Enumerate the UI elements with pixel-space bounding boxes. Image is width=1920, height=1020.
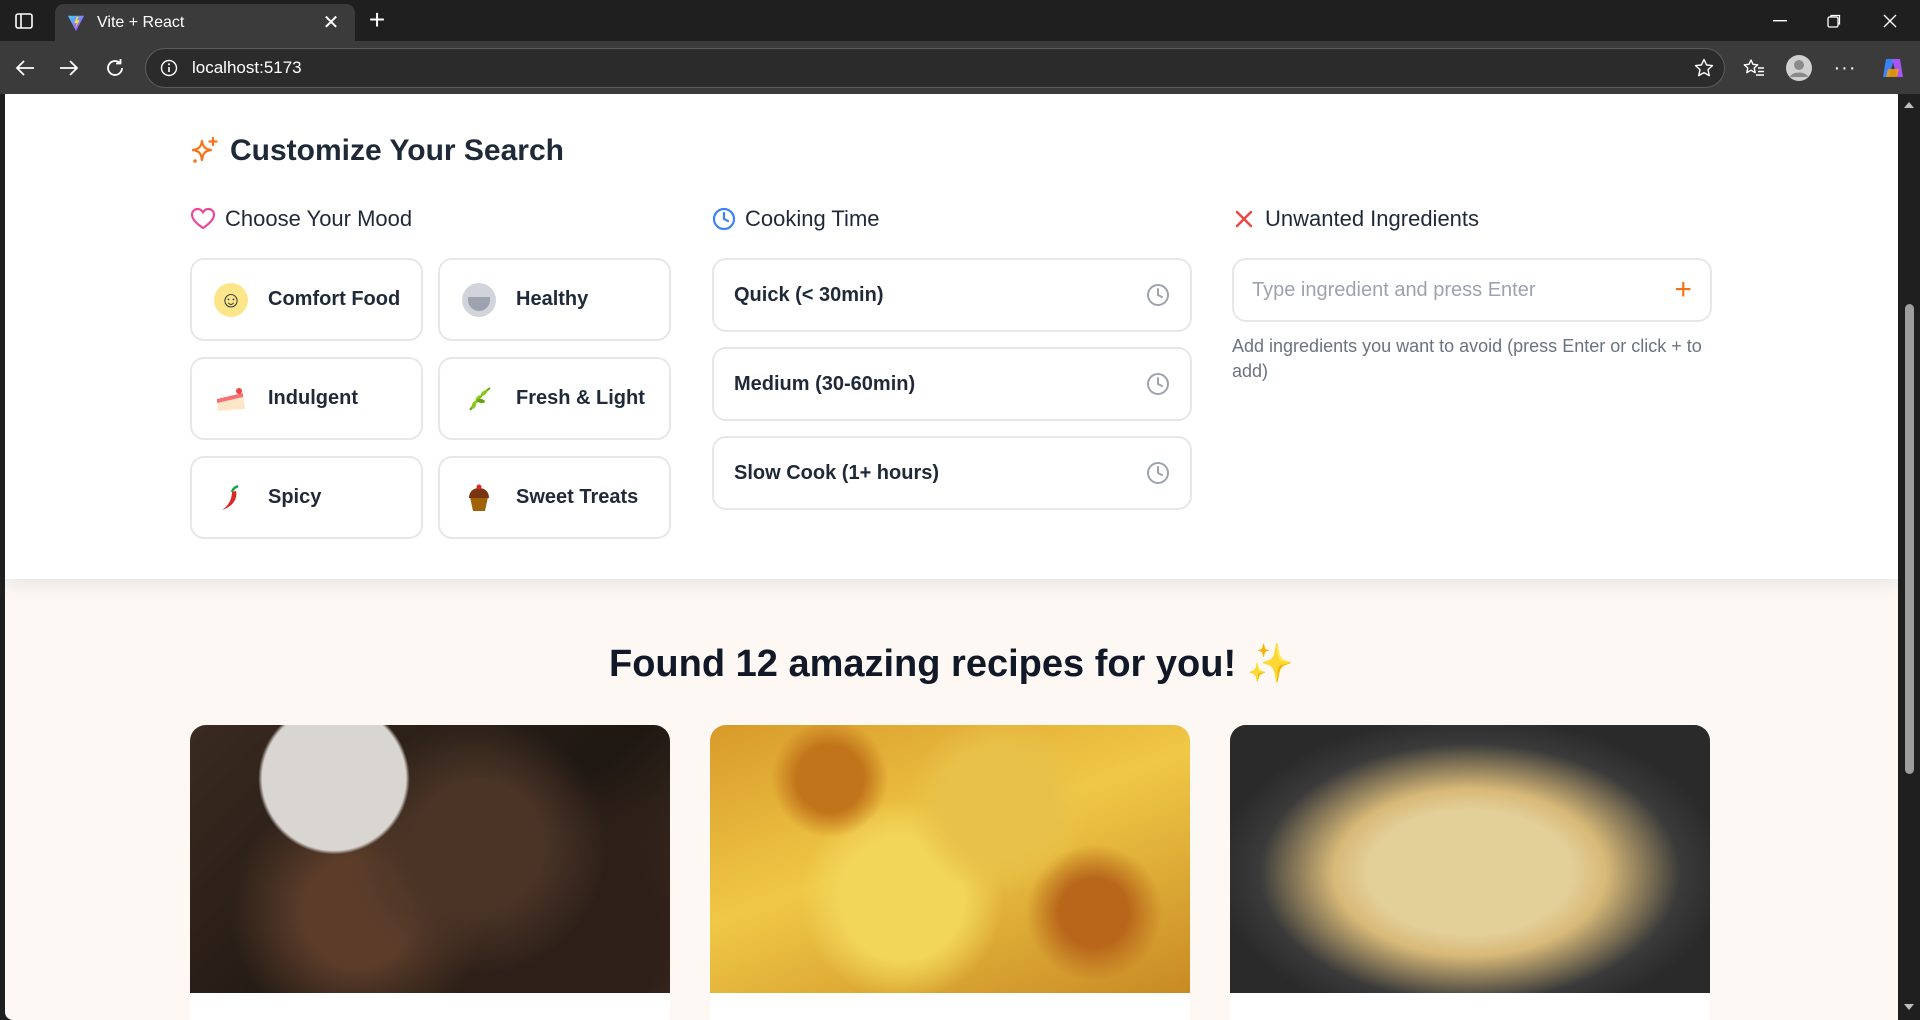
mood-heading: Choose Your Mood [190, 206, 412, 232]
mood-healthy[interactable]: Healthy [438, 258, 671, 341]
hugging-face-icon: ☺ [214, 282, 248, 317]
time-option-quick[interactable]: Quick (< 30min) [712, 258, 1192, 332]
mood-sweet-treats[interactable]: Sweet Treats [438, 456, 671, 539]
time-option-label: Medium (30-60min) [734, 372, 916, 395]
scroll-down-icon[interactable] [1904, 1004, 1914, 1010]
close-window-button[interactable] [1862, 0, 1918, 41]
recipe-card[interactable] [1230, 725, 1710, 1020]
clock-icon [1147, 462, 1169, 484]
unwanted-ingredients-heading: Unwanted Ingredients [1232, 206, 1479, 232]
mood-heading-text: Choose Your Mood [225, 206, 413, 231]
time-option-label: Slow Cook (1+ hours) [734, 461, 940, 484]
mood-comfort-food[interactable]: ☺ Comfort Food [190, 258, 423, 341]
heart-icon [190, 207, 216, 230]
cooking-time-heading: Cooking Time [712, 206, 880, 232]
mood-spicy[interactable]: Spicy [190, 456, 423, 539]
clock-icon [712, 207, 736, 231]
x-icon [1235, 210, 1253, 228]
site-info-icon[interactable] [160, 59, 178, 77]
mood-fresh-light[interactable]: Fresh & Light [438, 357, 671, 440]
ingredient-input[interactable] [1252, 278, 1675, 302]
url-text: localhost:5173 [192, 58, 302, 77]
ingredient-help-text: Add ingredients you want to avoid (press… [1232, 336, 1702, 381]
mood-label: Indulgent [268, 387, 358, 409]
recipe-card[interactable] [710, 725, 1190, 1020]
cooking-time-heading-text: Cooking Time [745, 206, 880, 231]
results-heading: Found 12 amazing recipes for you! ✨ [609, 643, 1294, 685]
herb-icon [462, 382, 496, 416]
mood-label: Healthy [516, 288, 589, 310]
recipe-card-body [1230, 993, 1710, 1020]
tab-close-icon[interactable]: ✕ [319, 13, 343, 33]
mood-label: Comfort Food [268, 288, 401, 310]
address-bar[interactable]: localhost:5173 [145, 48, 1725, 88]
time-option-slow-cook[interactable]: Slow Cook (1+ hours) [712, 436, 1192, 510]
page-viewport: Customize Your Search Choose Your Mood ☺… [5, 94, 1898, 1020]
cupcake-icon [462, 481, 496, 515]
scroll-up-icon[interactable] [1904, 102, 1914, 108]
sparkles-icon [191, 136, 218, 163]
chili-pepper-icon [214, 481, 248, 515]
clock-icon [1147, 284, 1169, 306]
search-customization-panel: Customize Your Search Choose Your Mood ☺… [5, 94, 1898, 579]
mood-label: Spicy [268, 486, 322, 508]
forward-button[interactable] [52, 51, 86, 85]
favorite-star-icon[interactable] [1684, 58, 1724, 78]
time-option-label: Quick (< 30min) [734, 283, 884, 306]
recipe-card[interactable] [190, 725, 670, 1020]
mood-label: Sweet Treats [516, 486, 639, 508]
scrollbar-thumb[interactable] [1905, 304, 1914, 774]
more-menu-icon[interactable]: ··· [1828, 51, 1862, 85]
reload-button[interactable] [98, 51, 132, 85]
add-ingredient-button[interactable]: + [1674, 275, 1692, 305]
vite-logo-icon [67, 15, 85, 31]
browser-toolbar: localhost:5173 ··· [0, 41, 1920, 94]
tab-title: Vite + React [97, 13, 185, 31]
favorites-icon[interactable] [1737, 51, 1771, 85]
tab-actions-icon[interactable] [10, 8, 38, 34]
new-tab-button[interactable]: + [362, 6, 392, 36]
panel-title-text: Customize Your Search [230, 134, 564, 167]
panel-title: Customize Your Search [190, 134, 564, 168]
mood-indulgent[interactable]: Indulgent [190, 357, 423, 440]
back-button[interactable] [8, 51, 42, 85]
profile-avatar[interactable] [1782, 51, 1816, 85]
browser-tabbar: Vite + React ✕ + [0, 0, 1920, 41]
browser-tab[interactable]: Vite + React ✕ [55, 4, 355, 41]
clock-icon [1147, 373, 1169, 395]
minimize-button[interactable] [1752, 0, 1808, 41]
recipe-card-body [190, 993, 670, 1020]
recipe-image [1230, 725, 1710, 993]
restore-button[interactable] [1806, 0, 1862, 41]
recipe-image [190, 725, 670, 993]
recipe-card-body [710, 993, 1190, 1020]
unwanted-ingredients-heading-text: Unwanted Ingredients [1265, 206, 1480, 231]
recipe-image [710, 725, 1190, 993]
mood-label: Fresh & Light [516, 387, 645, 409]
salad-icon [462, 282, 496, 317]
ingredient-input-box: + [1232, 258, 1712, 322]
cake-icon [214, 382, 248, 416]
copilot-icon[interactable] [1876, 51, 1910, 85]
time-option-medium[interactable]: Medium (30-60min) [712, 347, 1192, 421]
page-scrollbar[interactable] [1898, 94, 1920, 1020]
